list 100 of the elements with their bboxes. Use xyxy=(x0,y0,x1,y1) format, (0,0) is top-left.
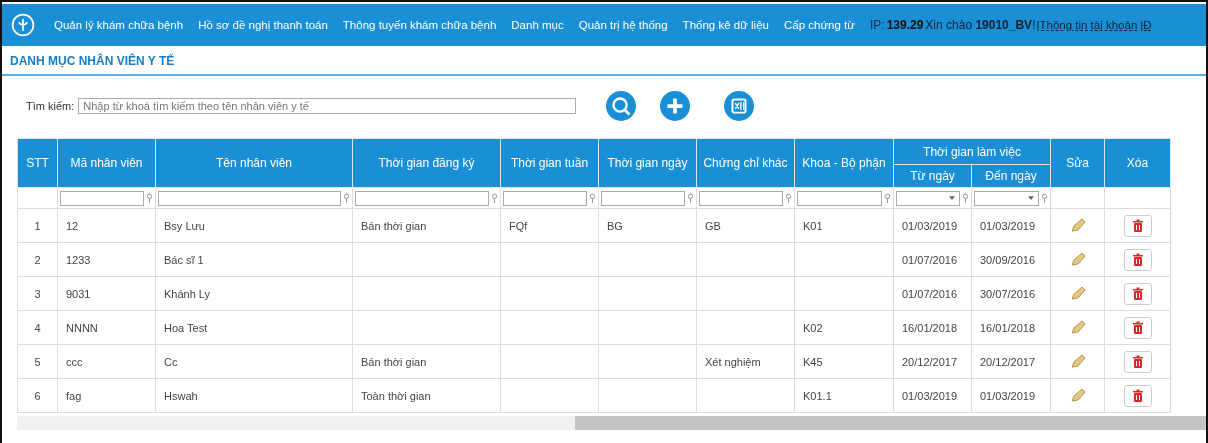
table-cell: FQf xyxy=(509,219,528,232)
caret-icon xyxy=(1028,196,1034,200)
logout-link[interactable]: |Đ xyxy=(1140,19,1152,31)
table-cell: Hswah xyxy=(164,389,198,402)
filter-icon[interactable] xyxy=(962,192,969,204)
nav-menu-item[interactable]: Cấp chứng từ xyxy=(783,19,855,31)
column-header: STT xyxy=(17,138,58,188)
trash-icon xyxy=(1131,354,1144,369)
table-cell: 30/09/2016 xyxy=(980,253,1036,266)
filter-icon[interactable] xyxy=(589,192,596,204)
delete-button[interactable] xyxy=(1123,384,1152,407)
table-cell: 30/07/2016 xyxy=(980,287,1036,300)
ip-label: IP: xyxy=(870,18,885,32)
pencil-icon[interactable] xyxy=(1069,352,1086,369)
nav-menu-item[interactable]: Quản lý khám chữa bệnh xyxy=(54,19,184,31)
pencil-icon[interactable] xyxy=(1069,216,1086,233)
table-cell: GB xyxy=(705,219,721,232)
table-cell: 9031 xyxy=(66,287,91,300)
search-label: Tìm kiếm: xyxy=(26,100,75,112)
table-cell: ccc xyxy=(66,355,83,368)
table-cell: BG xyxy=(607,219,623,232)
table-cell: Bán thời gian xyxy=(361,355,427,368)
table-cell: Hoa Test xyxy=(164,321,208,334)
table-cell: 4 xyxy=(34,321,41,334)
column-header: Thời gian ngày xyxy=(598,138,697,188)
table-cell: Khánh Ly xyxy=(164,287,211,300)
table-cell: 01/03/2019 xyxy=(980,219,1036,232)
table-cell: K01.1 xyxy=(803,389,832,402)
filter-icon[interactable] xyxy=(1041,192,1048,204)
table-cell: Bsy Lưu xyxy=(164,219,205,232)
column-header: Khoa - Bộ phận xyxy=(794,138,894,188)
filter-field[interactable] xyxy=(158,190,341,206)
table-cell: fag xyxy=(66,389,82,402)
filter-icon[interactable] xyxy=(491,192,498,204)
filter-field[interactable] xyxy=(503,190,587,206)
table-cell: 01/03/2019 xyxy=(902,219,958,232)
trash-icon xyxy=(1131,388,1144,403)
filter-icon[interactable] xyxy=(146,192,153,204)
greeting-text: Xin chào 19010_BV! xyxy=(925,18,1036,32)
table-cell: Xét nghiệm xyxy=(705,355,761,368)
nav-menu-item[interactable]: Quản trị hệ thống xyxy=(578,19,668,31)
filter-icon[interactable] xyxy=(343,192,350,204)
table-cell: NNNN xyxy=(66,321,98,334)
filter-field[interactable] xyxy=(797,190,882,206)
nav-menu-item[interactable]: Thông tuyến khám chữa bệnh xyxy=(342,19,497,31)
nav-menu-item[interactable]: Hồ sơ đề nghị thanh toán xyxy=(198,19,328,31)
trash-icon xyxy=(1131,252,1144,267)
table-cell: K02 xyxy=(803,321,823,334)
delete-button[interactable] xyxy=(1123,282,1152,305)
table-cell: 16/01/2018 xyxy=(980,321,1036,334)
nav-menu-item[interactable]: Danh mục xyxy=(511,19,564,31)
table-cell: 01/03/2019 xyxy=(980,389,1036,402)
search-field[interactable]: Nhập từ khoá tìm kiếm theo tên nhân viên y tế xyxy=(78,98,577,114)
table-cell: K01 xyxy=(803,219,823,232)
excel-icon[interactable] xyxy=(724,91,755,121)
filter-field[interactable] xyxy=(355,190,489,206)
column-header: Chứng chỉ khác xyxy=(696,138,795,188)
date-filter-dropdown[interactable] xyxy=(896,190,960,206)
table-cell: 3 xyxy=(34,287,41,300)
table-cell: 5 xyxy=(34,355,41,368)
table-cell: Bác sĩ 1 xyxy=(164,253,204,266)
table-cell: K45 xyxy=(803,355,823,368)
table-cell: 1233 xyxy=(66,253,91,266)
table-cell: 01/03/2019 xyxy=(902,389,958,402)
delete-button[interactable] xyxy=(1123,214,1152,237)
column-header: Thời gian đăng ký xyxy=(352,138,501,188)
column-header: Tên nhân viên xyxy=(155,138,353,188)
logo-icon[interactable] xyxy=(10,12,36,38)
pencil-icon[interactable] xyxy=(1069,250,1086,267)
table-cell: 1 xyxy=(34,219,41,232)
nav-menu-item[interactable]: Thống kê dữ liệu xyxy=(682,19,769,31)
search-icon[interactable] xyxy=(606,91,637,121)
filter-icon[interactable] xyxy=(785,192,792,204)
add-icon[interactable] xyxy=(660,91,691,121)
pencil-icon[interactable] xyxy=(1069,386,1086,403)
table-cell: 20/12/2017 xyxy=(980,355,1036,368)
filter-field[interactable] xyxy=(699,190,783,206)
caret-icon xyxy=(949,196,955,200)
delete-button[interactable] xyxy=(1123,248,1152,271)
filter-icon[interactable] xyxy=(884,192,891,204)
delete-button[interactable] xyxy=(1123,350,1152,373)
pencil-icon[interactable] xyxy=(1069,318,1086,335)
filter-field[interactable] xyxy=(60,190,144,206)
column-header: Thời gian tuần xyxy=(500,138,599,188)
table-cell: 6 xyxy=(34,389,41,402)
pencil-icon[interactable] xyxy=(1069,284,1086,301)
account-link[interactable]: |Thông tin tài khoản xyxy=(1036,19,1138,31)
filter-icon[interactable] xyxy=(687,192,694,204)
horizontal-scrollbar[interactable] xyxy=(17,416,1206,430)
ip-address: 139.29 xyxy=(886,18,924,32)
filter-field[interactable] xyxy=(601,190,685,206)
table-cell: Toàn thời gian xyxy=(361,389,431,402)
trash-icon xyxy=(1131,286,1144,301)
date-filter-dropdown[interactable] xyxy=(974,190,1039,206)
delete-button[interactable] xyxy=(1123,316,1152,339)
table-cell: 20/12/2017 xyxy=(902,355,958,368)
table-cell: Bán thời gian xyxy=(361,219,427,232)
table-cell: Cc xyxy=(164,355,178,368)
table-cell: 2 xyxy=(34,253,41,266)
column-header: Xóa xyxy=(1104,138,1171,188)
